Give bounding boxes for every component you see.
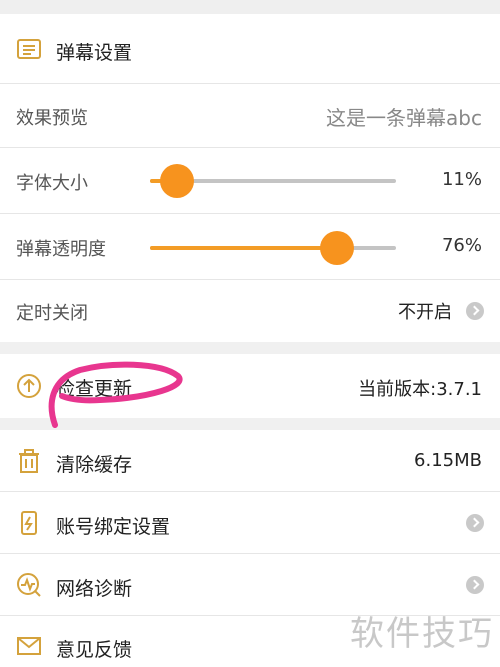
font-size-slider-thumb[interactable] bbox=[160, 164, 194, 198]
opacity-label: 弹幕透明度 bbox=[16, 239, 106, 260]
opacity-value: 76% bbox=[441, 235, 482, 256]
mail-icon bbox=[17, 637, 41, 655]
timer-label: 定时关闭 bbox=[16, 303, 88, 324]
clear-cache-label: 清除缓存 bbox=[56, 454, 133, 476]
danmaku-settings-title: 弹幕设置 bbox=[56, 42, 133, 64]
update-section: 检查更新 当前版本:3.7.1 bbox=[0, 354, 500, 418]
current-version: 当前版本:3.7.1 bbox=[358, 379, 482, 400]
phone-lightning-icon bbox=[21, 511, 37, 535]
font-size-row: 字体大小 11% bbox=[0, 148, 500, 214]
arrow-up-circle-icon bbox=[17, 374, 41, 398]
font-size-value: 11% bbox=[441, 169, 482, 190]
feedback-label: 意见反馈 bbox=[56, 639, 133, 661]
danmaku-settings-header: 弹幕设置 bbox=[0, 14, 500, 84]
opacity-slider-fill bbox=[150, 246, 337, 250]
font-size-label: 字体大小 bbox=[16, 173, 88, 194]
opacity-slider[interactable] bbox=[150, 231, 396, 265]
clear-cache-row[interactable]: 清除缓存 6.15MB bbox=[0, 430, 500, 492]
timer-value: 不开启 bbox=[398, 302, 452, 323]
preview-text: 这是一条弹幕abc bbox=[326, 106, 482, 130]
check-update-label: 检查更新 bbox=[56, 378, 133, 400]
account-binding-row[interactable]: 账号绑定设置 bbox=[0, 492, 500, 554]
account-binding-label: 账号绑定设置 bbox=[56, 516, 171, 538]
chevron-right-icon bbox=[466, 576, 484, 594]
chevron-right-icon bbox=[466, 514, 484, 532]
timer-row[interactable]: 定时关闭 不开启 bbox=[0, 280, 500, 342]
cache-size: 6.15MB bbox=[414, 450, 482, 471]
check-update-row[interactable]: 检查更新 当前版本:3.7.1 bbox=[0, 354, 500, 418]
font-size-slider[interactable] bbox=[150, 164, 396, 198]
opacity-row: 弹幕透明度 76% bbox=[0, 214, 500, 280]
trash-icon bbox=[19, 449, 39, 473]
preview-label: 效果预览 bbox=[16, 108, 88, 129]
preview-row: 效果预览 这是一条弹幕abc bbox=[0, 84, 500, 148]
danmaku-settings-section: 弹幕设置 效果预览 这是一条弹幕abc 字体大小 11% 弹幕透明度 76% 定… bbox=[0, 14, 500, 342]
top-gap bbox=[0, 0, 500, 14]
opacity-slider-thumb[interactable] bbox=[320, 231, 354, 265]
pulse-circle-icon bbox=[17, 573, 41, 597]
watermark-text: 软件技巧 bbox=[350, 614, 494, 654]
network-diagnosis-label: 网络诊断 bbox=[56, 578, 133, 600]
list-doc-icon bbox=[17, 39, 41, 59]
chevron-right-icon bbox=[466, 302, 484, 320]
